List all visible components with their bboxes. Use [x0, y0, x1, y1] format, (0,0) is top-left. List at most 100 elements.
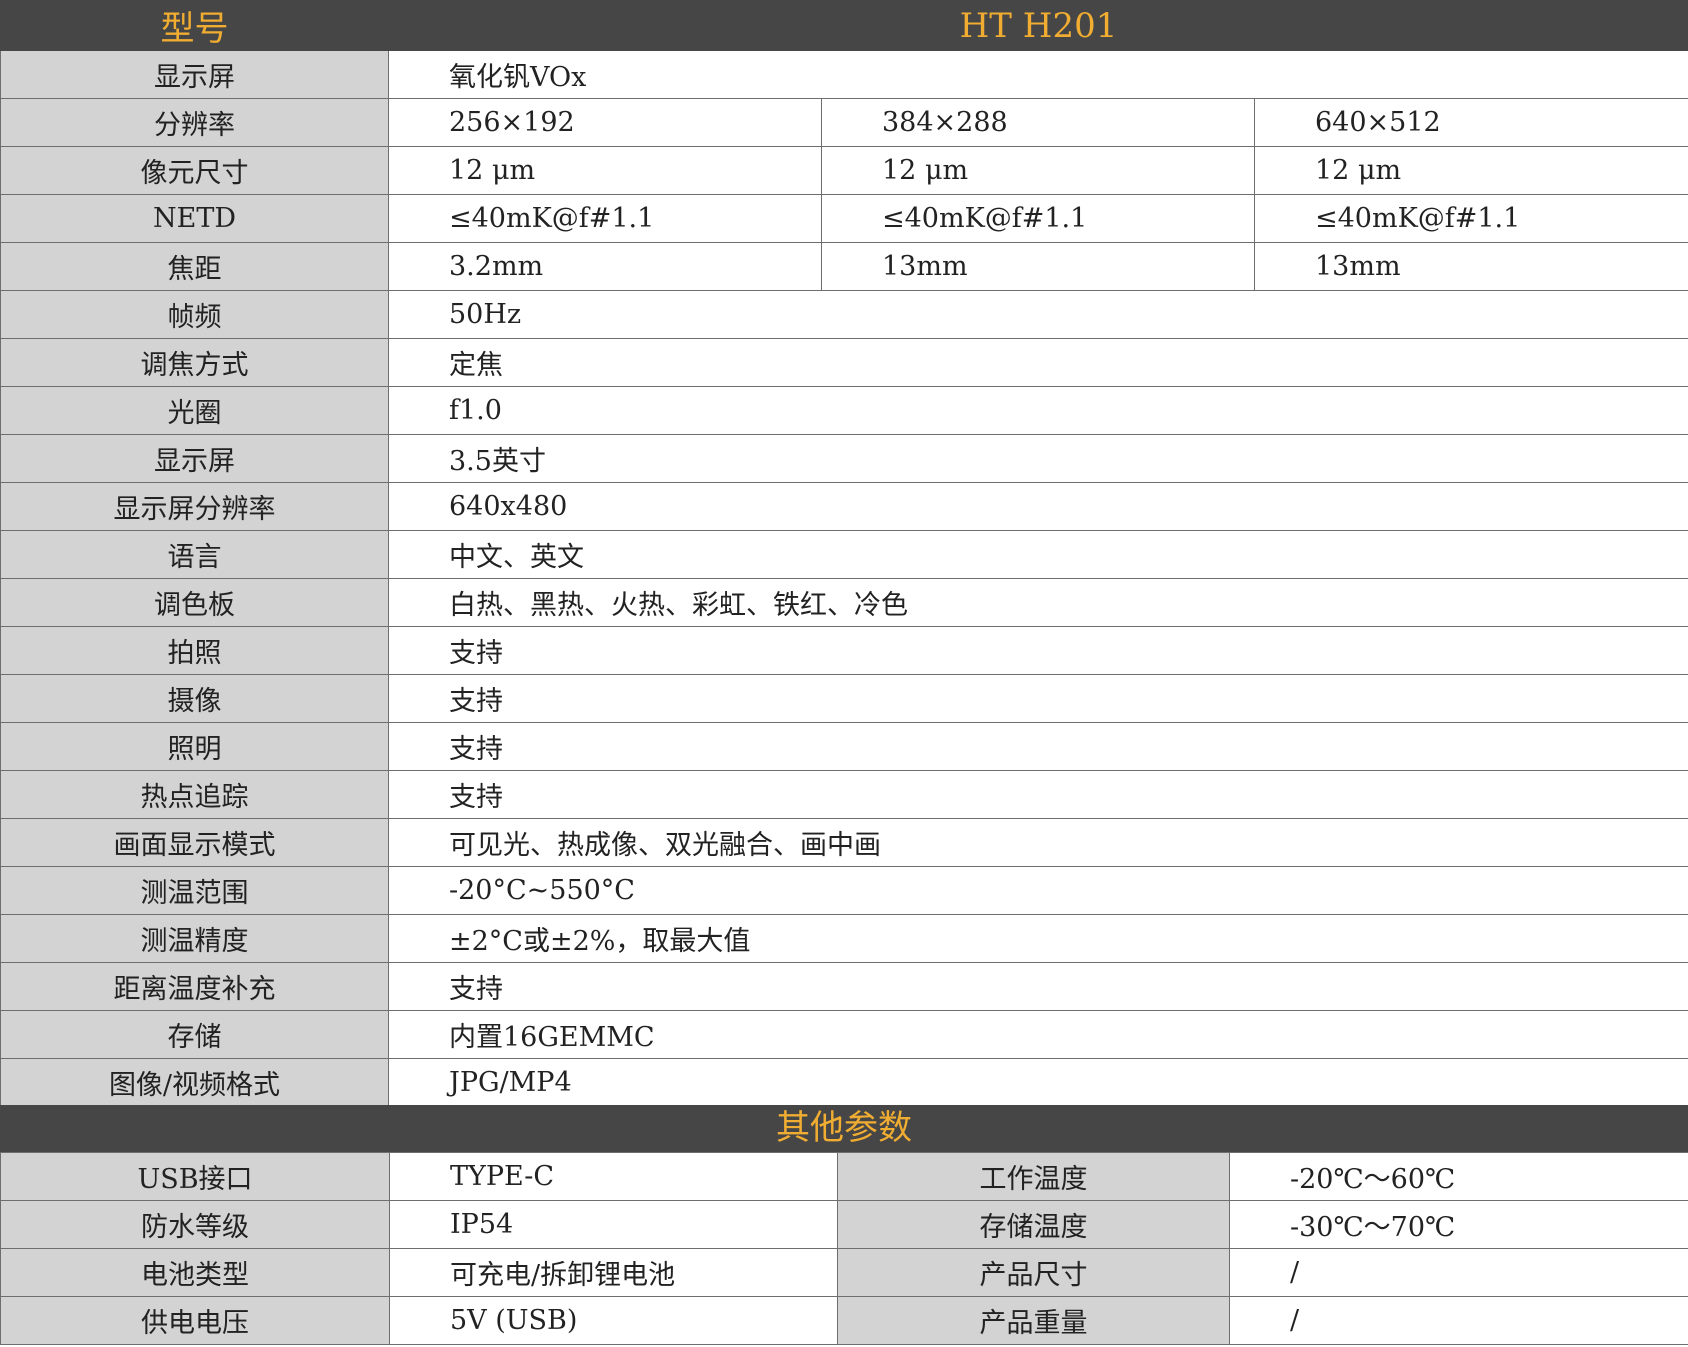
spec-label: 拍照	[0, 626, 389, 675]
param-value: IP54	[389, 1200, 838, 1249]
spec-value: 256×192	[388, 98, 822, 147]
param-label: 工作温度	[837, 1152, 1230, 1201]
param-value: TYPE-C	[389, 1152, 838, 1201]
spec-value: 支持	[387, 674, 1688, 723]
spec-value: 640x480	[387, 482, 1688, 531]
table-row: 图像/视频格式 JPG/MP4	[0, 1058, 1688, 1107]
param-label: 防水等级	[0, 1200, 390, 1249]
spec-value: 支持	[387, 626, 1688, 675]
table-row: 防水等级 IP54 存储温度 -30℃～70℃	[0, 1200, 1688, 1249]
spec-value: 12 μm	[388, 146, 822, 195]
table-row: 调焦方式 定焦	[0, 338, 1688, 387]
table-row: 调色板 白热、黑热、火热、彩虹、铁红、冷色	[0, 578, 1688, 627]
table-row: NETD ≤40mK@f#1.1 ≤40mK@f#1.1 ≤40mK@f#1.1	[0, 194, 1688, 243]
spec-value: 白热、黑热、火热、彩虹、铁红、冷色	[387, 578, 1688, 627]
other-params-title: 其他参数	[0, 1105, 1688, 1152]
table-row: 语言 中文、英文	[0, 530, 1688, 579]
spec-value: 12 μm	[821, 146, 1255, 195]
table-row: 拍照 支持	[0, 626, 1688, 675]
spec-label: 图像/视频格式	[0, 1058, 389, 1107]
spec-value: 13mm	[1253, 242, 1688, 291]
spec-value: ±2°C或±2%，取最大值	[387, 914, 1688, 963]
spec-label: 帧频	[0, 290, 389, 339]
spec-value: ≤40mK@f#1.1	[388, 194, 822, 243]
spec-label: 画面显示模式	[0, 818, 389, 867]
spec-label: 照明	[0, 722, 389, 771]
spec-value: 内置16GEMMC	[387, 1010, 1688, 1059]
spec-label: 测温范围	[0, 866, 389, 915]
spec-label: 像元尺寸	[0, 146, 389, 195]
param-value: -30℃～70℃	[1229, 1200, 1688, 1249]
spec-value: 支持	[387, 962, 1688, 1011]
spec-value: 13mm	[821, 242, 1255, 291]
param-label: 供电电压	[0, 1296, 390, 1345]
table-row: 显示屏 氧化钒VOx	[0, 50, 1688, 99]
spec-value: 支持	[387, 722, 1688, 771]
model-name: HT H201	[387, 0, 1688, 51]
spec-value: 50Hz	[387, 290, 1688, 339]
spec-label: 显示屏	[0, 434, 389, 483]
other-params-table: USB接口 TYPE-C 工作温度 -20℃～60℃ 防水等级 IP54 存储温度 -30℃～…	[0, 1152, 1688, 1345]
param-value: /	[1229, 1248, 1688, 1297]
table-row: 焦距 3.2mm 13mm 13mm	[0, 242, 1688, 291]
spec-label: 调色板	[0, 578, 389, 627]
param-value: -20℃～60℃	[1229, 1152, 1688, 1201]
spec-label: 调焦方式	[0, 338, 389, 387]
table-row: 距离温度补充 支持	[0, 962, 1688, 1011]
spec-value: f1.0	[387, 386, 1688, 435]
param-label: 电池类型	[0, 1248, 390, 1297]
spec-value: JPG/MP4	[387, 1058, 1688, 1107]
spec-label: 热点追踪	[0, 770, 389, 819]
table-header-row: 型号 HT H201	[0, 0, 1688, 51]
spec-value: 12 μm	[1253, 146, 1688, 195]
spec-label: 测温精度	[0, 914, 389, 963]
spec-value: ≤40mK@f#1.1	[1253, 194, 1688, 243]
param-label: 产品重量	[837, 1296, 1230, 1345]
table-row: 显示屏 3.5英寸	[0, 434, 1688, 483]
spec-value: 384×288	[821, 98, 1255, 147]
spec-label: 光圈	[0, 386, 389, 435]
table-row: 摄像 支持	[0, 674, 1688, 723]
table-row: 帧频 50Hz	[0, 290, 1688, 339]
param-value: /	[1229, 1296, 1688, 1345]
spec-value: 3.5英寸	[387, 434, 1688, 483]
spec-label: 显示屏	[0, 50, 389, 99]
spec-label: 语言	[0, 530, 389, 579]
table-row: 存储 内置16GEMMC	[0, 1010, 1688, 1059]
param-label: 产品尺寸	[837, 1248, 1230, 1297]
table-row: 画面显示模式 可见光、热成像、双光融合、画中画	[0, 818, 1688, 867]
table-row: 显示屏分辨率 640x480	[0, 482, 1688, 531]
table-row: 分辨率 256×192 384×288 640×512	[0, 98, 1688, 147]
spec-label: 摄像	[0, 674, 389, 723]
spec-value: 3.2mm	[388, 242, 822, 291]
spec-value: 中文、英文	[387, 530, 1688, 579]
spec-label: 焦距	[0, 242, 389, 291]
spec-value: -20°C~550°C	[387, 866, 1688, 915]
spec-label: 距离温度补充	[0, 962, 389, 1011]
table-row: 供电电压 5V (USB) 产品重量 /	[0, 1296, 1688, 1345]
param-label: 存储温度	[837, 1200, 1230, 1249]
table-row: 测温范围 -20°C~550°C	[0, 866, 1688, 915]
spec-value: 支持	[387, 770, 1688, 819]
spec-label: 存储	[0, 1010, 389, 1059]
spec-value: ≤40mK@f#1.1	[821, 194, 1255, 243]
table-row: USB接口 TYPE-C 工作温度 -20℃～60℃	[0, 1152, 1688, 1201]
table-row: 像元尺寸 12 μm 12 μm 12 μm	[0, 146, 1688, 195]
table-row: 光圈 f1.0	[0, 386, 1688, 435]
table-row: 电池类型 可充电/拆卸锂电池 产品尺寸 /	[0, 1248, 1688, 1297]
param-value: 可充电/拆卸锂电池	[389, 1248, 838, 1297]
table-row: 测温精度 ±2°C或±2%，取最大值	[0, 914, 1688, 963]
table-row: 热点追踪 支持	[0, 770, 1688, 819]
spec-label: 分辨率	[0, 98, 389, 147]
spec-value: 640×512	[1253, 98, 1688, 147]
param-value: 5V (USB)	[389, 1296, 838, 1345]
spec-label: NETD	[0, 194, 389, 243]
spec-value: 可见光、热成像、双光融合、画中画	[387, 818, 1688, 867]
spec-label: 显示屏分辨率	[0, 482, 389, 531]
spec-sheet: 型号 HT H201 显示屏 氧化钒VOx 分辨率 256×192 384×288 640…	[0, 0, 1688, 1347]
spec-value: 定焦	[387, 338, 1688, 387]
spec-value: 氧化钒VOx	[387, 50, 1688, 99]
param-label: USB接口	[0, 1152, 390, 1201]
table-row: 照明 支持	[0, 722, 1688, 771]
header-label: 型号	[0, 0, 389, 51]
